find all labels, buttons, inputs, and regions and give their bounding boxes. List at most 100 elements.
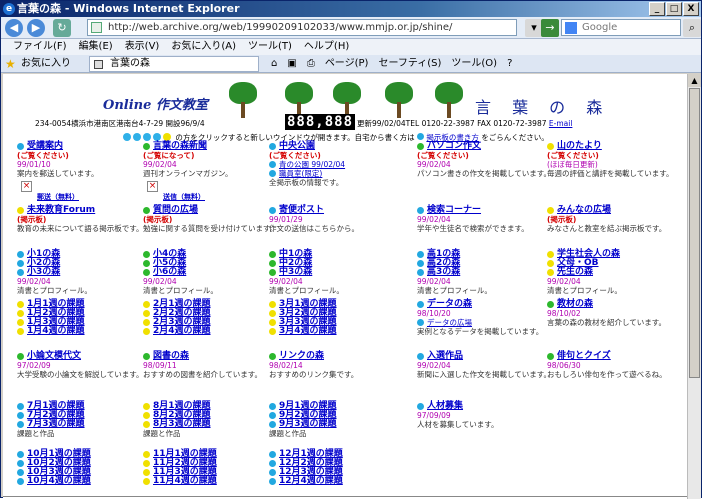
bullet-icon <box>143 451 150 458</box>
mail-link[interactable]: 送信（無料） <box>163 193 205 201</box>
section-description: 学年や生徒名で検索ができます。 <box>417 224 529 233</box>
section-date: 97/09/09 <box>417 411 451 420</box>
section-link[interactable]: 先生の森 <box>557 268 593 277</box>
safety-menu[interactable]: セーフティ(S) <box>378 56 441 72</box>
section-link[interactable]: 図書の森 <box>153 352 189 361</box>
maximize-button[interactable]: □ <box>666 2 682 16</box>
section-link[interactable]: 寄便ポスト <box>279 206 324 215</box>
section-link[interactable]: リンクの森 <box>279 352 324 361</box>
bullet-icon <box>17 421 24 428</box>
section-description: おすすめの図書を紹介しています。 <box>143 370 263 379</box>
section-link[interactable]: 山のたより <box>557 142 602 151</box>
bullet-icon <box>143 143 150 150</box>
link-cell: 中央公園 (ご覧ください) 青の公園 99/02/04 職員室(限定) 全掲示板の情報で… <box>269 142 409 187</box>
section-link[interactable]: 未来教育Forum <box>27 206 95 215</box>
section-link[interactable]: 中央公園 <box>279 142 315 151</box>
section-link[interactable]: 9月3週の課題 <box>279 420 337 429</box>
menu-tools[interactable]: ツール(T) <box>248 39 292 55</box>
email-link[interactable]: E-mail <box>549 119 573 128</box>
section-date: 99/02/04 <box>417 160 451 169</box>
section-description: 清書とプロフィール。 <box>547 286 622 295</box>
feeds-icon[interactable]: ▣ <box>287 56 296 72</box>
sub-link[interactable]: 青の公園 99/02/04 <box>279 160 345 169</box>
help-icon[interactable]: ? <box>507 56 512 72</box>
forward-button[interactable]: ▶ <box>27 19 45 37</box>
section-link[interactable]: 高3の森 <box>427 268 460 277</box>
print-icon[interactable]: ⎙ <box>307 56 315 72</box>
link-cell: 小4の森 小5の森 小6の森 99/02/04 清書とプロフィール。 <box>143 250 283 295</box>
bullet-icon <box>143 301 150 308</box>
sub-link-row: 青の公園 99/02/04 <box>269 160 409 169</box>
menu-help[interactable]: ヘルプ(H) <box>304 39 349 55</box>
section-link[interactable]: データの森 <box>427 300 472 309</box>
section-link[interactable]: 7月3週の課題 <box>27 420 85 429</box>
section-link[interactable]: パソコン作文 <box>427 142 481 151</box>
google-icon <box>565 22 577 34</box>
section-link[interactable]: 人材募集 <box>427 402 463 411</box>
search-input[interactable]: Google <box>561 19 681 36</box>
section-subtitle: (ご覧ください) <box>17 151 69 160</box>
section-link[interactable]: 12月4週の課題 <box>279 477 343 486</box>
link-cell: 俳句とクイズ 98/06/30 おもしろい俳句を作って遊べるね。 <box>547 352 687 379</box>
sub-link[interactable]: 職員室(限定) <box>279 169 322 178</box>
menu-view[interactable]: 表示(V) <box>125 39 160 55</box>
sub-link[interactable]: データの広場 <box>427 318 472 327</box>
section-date: 98/06/30 <box>547 361 581 370</box>
section-link[interactable]: 小6の森 <box>153 268 186 277</box>
minimize-button[interactable]: _ <box>649 2 665 16</box>
section-link[interactable]: 検索コーナー <box>427 206 481 215</box>
section-link[interactable]: 質問の広場 <box>153 206 198 215</box>
tools-menu[interactable]: ツール(O) <box>451 56 497 72</box>
scroll-up-arrow-icon[interactable]: ▲ <box>688 74 701 87</box>
section-description: 清書とプロフィール。 <box>417 286 492 295</box>
scroll-thumb[interactable] <box>689 88 700 378</box>
close-button[interactable]: X <box>683 2 699 16</box>
section-link[interactable]: 小論文模代文 <box>27 352 81 361</box>
bullet-icon <box>269 403 276 410</box>
section-link[interactable]: 小3の森 <box>27 268 60 277</box>
section-link[interactable]: 8月3週の課題 <box>153 420 211 429</box>
section-date: 97/02/09 <box>17 361 51 370</box>
section-link[interactable]: 3月4週の課題 <box>279 327 337 336</box>
bullet-icon <box>143 269 150 276</box>
section-date: 99/02/04 <box>17 277 51 286</box>
section-link[interactable]: 2月4週の課題 <box>153 327 211 336</box>
search-icon[interactable]: ⌕ <box>683 19 701 37</box>
vertical-scrollbar[interactable]: ▲ <box>687 74 701 499</box>
section-link[interactable]: 教材の森 <box>557 300 593 309</box>
section-link[interactable]: 言葉の森新聞 <box>153 142 207 151</box>
bullet-icon <box>417 133 425 140</box>
menu-edit[interactable]: 編集(E) <box>79 39 113 55</box>
section-date: 99/02/04 <box>547 277 581 286</box>
bullet-icon <box>269 251 276 258</box>
section-link[interactable]: 中3の森 <box>279 268 312 277</box>
page-menu[interactable]: ページ(P) <box>325 56 369 72</box>
go-button[interactable]: → <box>541 19 559 37</box>
back-button[interactable]: ◀ <box>5 19 23 37</box>
section-description: 清書とプロフィール。 <box>17 286 92 295</box>
link-row: 11月4週の課題 <box>143 477 283 486</box>
bullet-icon <box>17 403 24 410</box>
section-link[interactable]: 受講案内 <box>27 142 63 151</box>
link-cell: 小論文模代文 97/02/09 大学受験の小論文を解説しています。 <box>17 352 157 379</box>
menu-favorites[interactable]: お気に入り(A) <box>171 39 236 55</box>
bullet-icon <box>17 260 24 267</box>
section-description: 人材を募集しています。 <box>417 420 499 429</box>
mail-link[interactable]: 郵送（無料） <box>37 193 79 201</box>
favorites-star-icon[interactable]: ★ <box>5 57 16 71</box>
section-link[interactable]: 俳句とクイズ <box>557 352 611 361</box>
section-description: 勉強に関する質問を受け付けています。 <box>143 224 278 233</box>
address-input[interactable]: http://web.archive.org/web/1999020910203… <box>87 19 517 36</box>
tab-kotoba-no-mori[interactable]: 言葉の森 <box>89 56 259 72</box>
link-cell: 受講案内 (ご覧ください) 99/01/10 案内を郵送しています。 × 郵送（無料） <box>17 142 157 202</box>
favorites-label[interactable]: お気に入り <box>21 55 71 73</box>
section-link[interactable]: みんなの広場 <box>557 206 611 215</box>
section-link[interactable]: 11月4週の課題 <box>153 477 217 486</box>
menu-file[interactable]: ファイル(F) <box>13 39 67 55</box>
section-link[interactable]: 1月4週の課題 <box>27 327 85 336</box>
section-link[interactable]: 10月4週の課題 <box>27 477 91 486</box>
refresh-icon[interactable]: ↻ <box>53 19 71 37</box>
section-description: 新聞に入選した作文を掲載しています。 <box>417 370 552 379</box>
home-icon[interactable]: ⌂ <box>271 56 277 72</box>
section-link[interactable]: 入選作品 <box>427 352 463 361</box>
